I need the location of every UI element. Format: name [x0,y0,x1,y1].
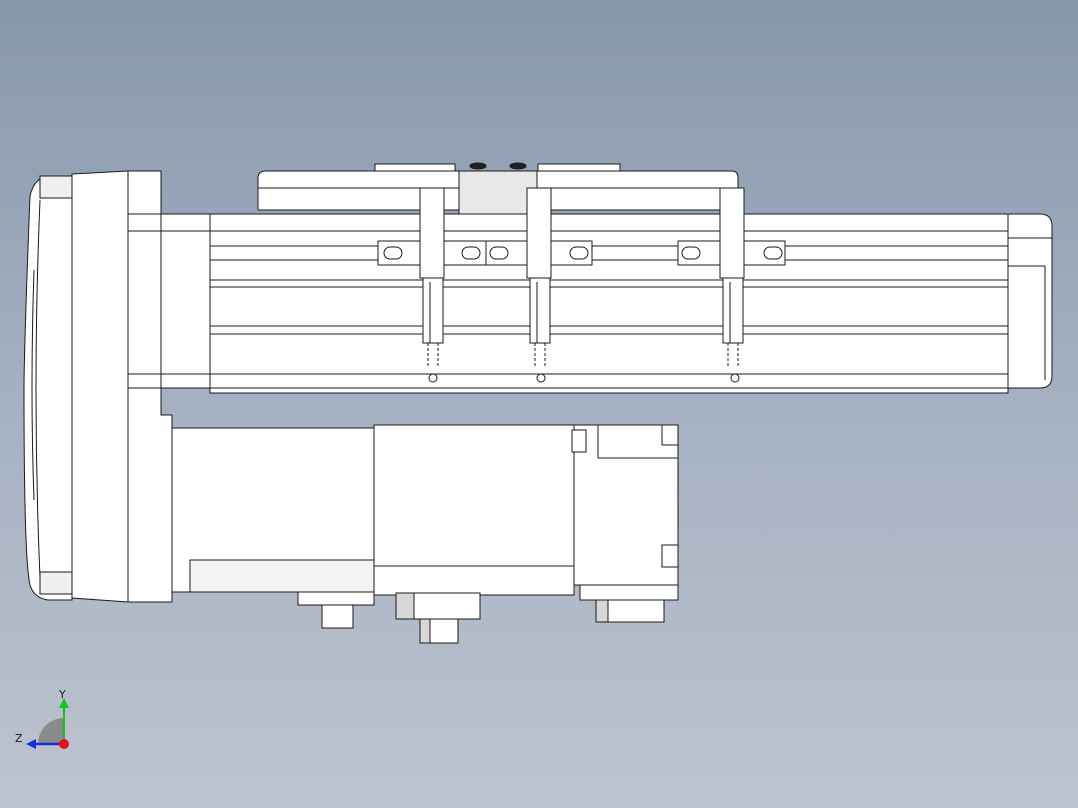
motor-connector-1[interactable] [297,591,375,629]
motor-connector-3[interactable] [595,599,665,623]
slot-bracket-left [377,240,593,266]
model-drawing[interactable]: Y Z [0,0,1078,808]
motor-body[interactable] [171,424,679,601]
carriage-plate[interactable] [257,162,739,218]
z-axis-label: Z [15,732,23,745]
cad-viewport[interactable]: Y Z [0,0,1078,808]
end-cover[interactable] [23,175,73,601]
motor-connector-2[interactable] [395,592,481,644]
y-axis-label: Y [58,688,66,701]
coordinate-triad-icon: Y Z [15,688,69,749]
